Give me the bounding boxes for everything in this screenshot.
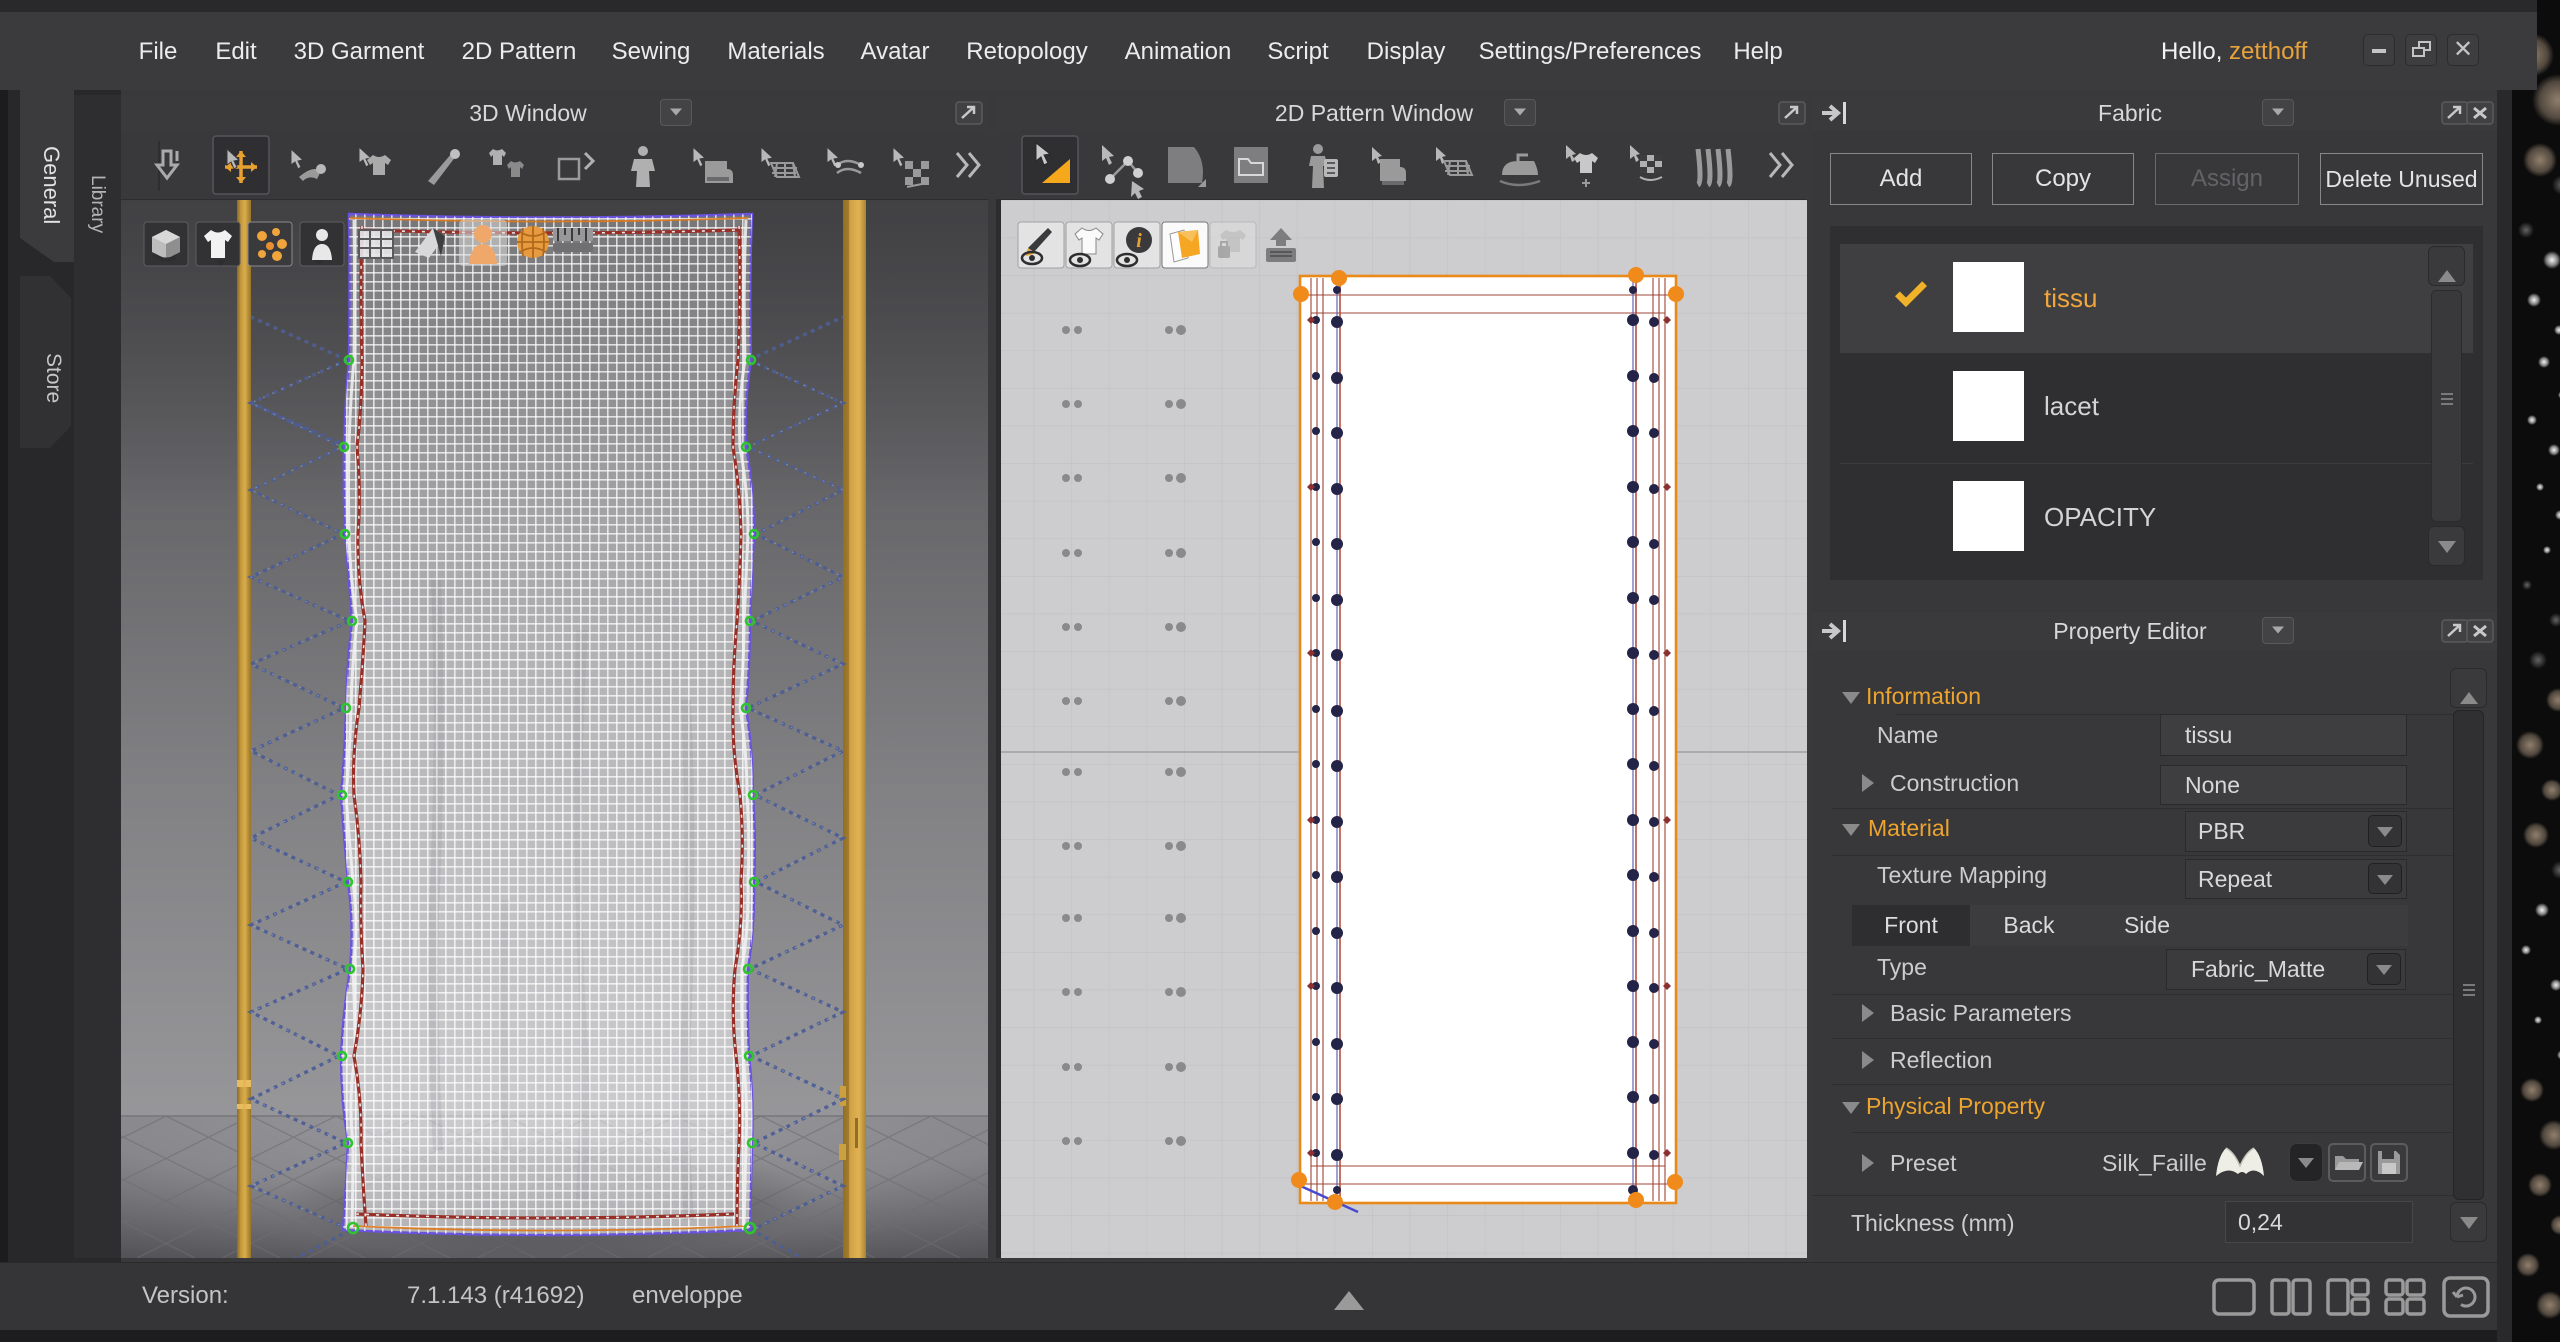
svg-text:i: i bbox=[1136, 230, 1142, 252]
